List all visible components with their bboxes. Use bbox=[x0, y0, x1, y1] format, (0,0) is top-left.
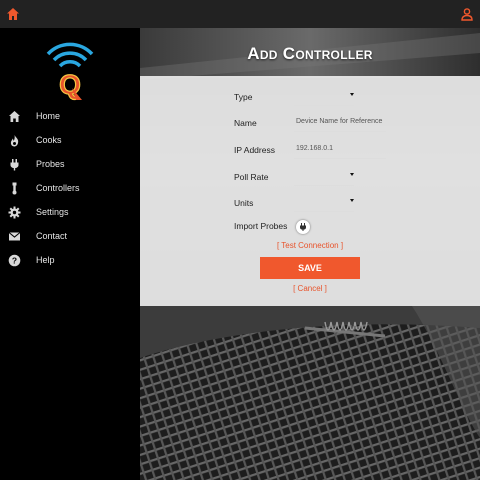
page-title: Add Controller bbox=[247, 44, 373, 63]
sidebar-item-controllers[interactable]: Controllers bbox=[0, 177, 140, 201]
units-select[interactable] bbox=[294, 194, 354, 212]
sidebar: Q Home Cooks Probes Controllers Settings… bbox=[0, 28, 140, 480]
type-label: Type bbox=[234, 92, 253, 102]
import-probes-toggle[interactable] bbox=[296, 220, 310, 234]
plug-icon bbox=[300, 223, 306, 231]
chevron-down-icon bbox=[350, 173, 354, 176]
units-label: Units bbox=[234, 198, 254, 208]
main-content: Add Controller Type Name Device Name for… bbox=[140, 28, 480, 480]
sidebar-item-home[interactable]: Home bbox=[0, 105, 140, 129]
save-button[interactable]: SAVE bbox=[260, 257, 360, 279]
plug-icon bbox=[8, 158, 21, 171]
name-input[interactable]: Device Name for Reference bbox=[294, 114, 386, 132]
thermometer-icon bbox=[8, 182, 21, 195]
app-logo: Q bbox=[42, 36, 98, 102]
envelope-icon bbox=[8, 230, 21, 243]
sidebar-item-settings[interactable]: Settings bbox=[0, 201, 140, 225]
poll-rate-label: Poll Rate bbox=[234, 172, 269, 182]
gear-icon bbox=[8, 206, 21, 219]
svg-text:?: ? bbox=[12, 256, 17, 266]
sidebar-item-label: Contact bbox=[36, 231, 68, 241]
chevron-down-icon bbox=[350, 93, 354, 96]
ip-label: IP Address bbox=[234, 145, 275, 155]
cancel-link[interactable]: [ Cancel ] bbox=[140, 284, 480, 293]
home-icon[interactable] bbox=[6, 7, 20, 21]
sidebar-item-help[interactable]: ? Help bbox=[0, 249, 140, 273]
home-icon bbox=[8, 110, 21, 123]
name-label: Name bbox=[234, 118, 257, 128]
sidebar-item-label: Cooks bbox=[36, 135, 62, 145]
sidebar-item-label: Probes bbox=[36, 159, 65, 169]
sidebar-item-probes[interactable]: Probes bbox=[0, 153, 140, 177]
poll-rate-select[interactable] bbox=[294, 168, 354, 186]
sidebar-item-label: Settings bbox=[36, 207, 69, 217]
sidebar-item-label: Controllers bbox=[36, 183, 80, 193]
ip-input[interactable]: 192.168.0.1 bbox=[294, 141, 386, 159]
import-probes-label: Import Probes bbox=[234, 221, 288, 231]
test-connection-link[interactable]: [ Test Connection ] bbox=[140, 241, 480, 250]
top-bar bbox=[0, 0, 480, 28]
ip-value: 192.168.0.1 bbox=[296, 145, 333, 152]
chevron-down-icon bbox=[350, 199, 354, 202]
add-controller-form: Type Name Device Name for Reference IP A… bbox=[140, 76, 480, 306]
help-icon: ? bbox=[8, 254, 21, 267]
name-placeholder: Device Name for Reference bbox=[296, 118, 383, 125]
user-icon[interactable] bbox=[460, 7, 474, 21]
sidebar-item-label: Home bbox=[36, 111, 61, 121]
sidebar-item-label: Help bbox=[36, 255, 55, 265]
type-select[interactable] bbox=[294, 88, 354, 106]
flame-icon bbox=[8, 134, 21, 147]
sidebar-nav: Home Cooks Probes Controllers Settings C… bbox=[0, 105, 140, 273]
sidebar-item-cooks[interactable]: Cooks bbox=[0, 129, 140, 153]
sidebar-item-contact[interactable]: Contact bbox=[0, 225, 140, 249]
